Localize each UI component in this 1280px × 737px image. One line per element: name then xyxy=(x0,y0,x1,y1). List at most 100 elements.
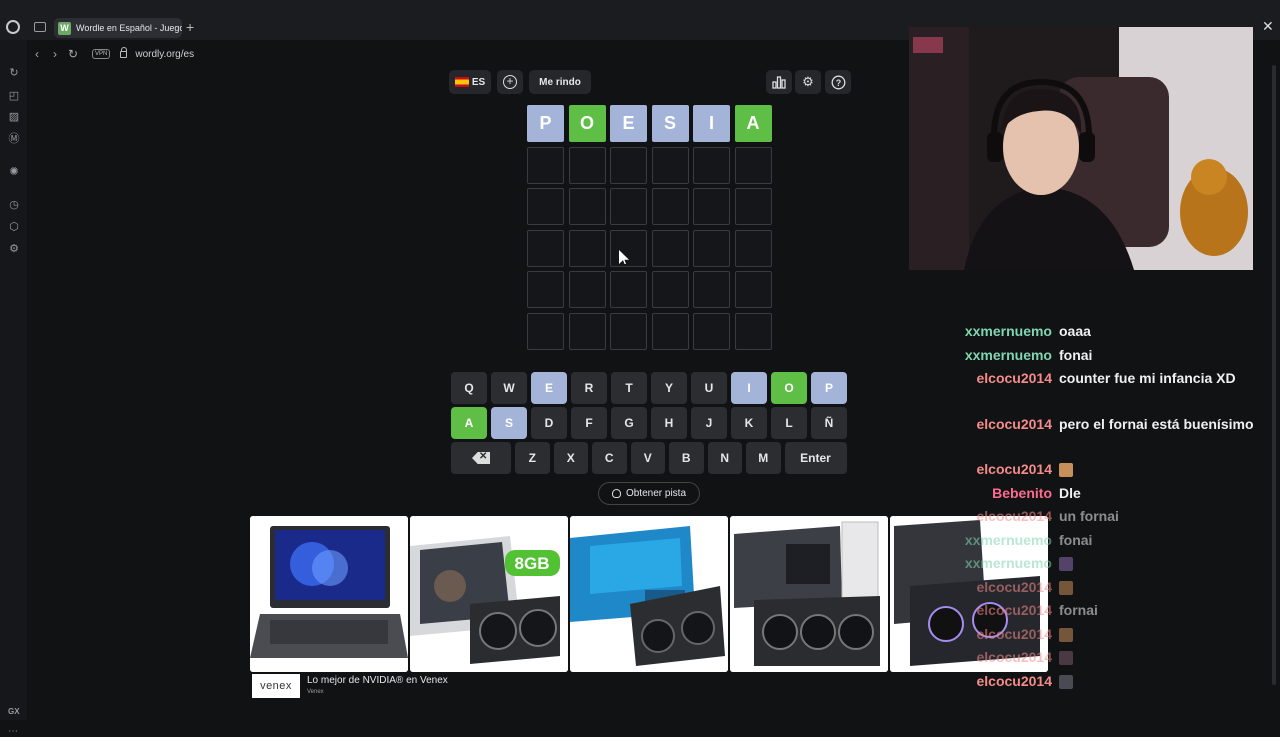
key-h[interactable]: H xyxy=(651,407,687,439)
language-label: ES xyxy=(471,76,486,88)
chat-username[interactable]: xxmernuemo xyxy=(965,529,1052,551)
laptop-image xyxy=(250,516,408,672)
sidebar-music-icon[interactable]: ▨ xyxy=(8,111,20,123)
stats-button[interactable] xyxy=(766,70,792,94)
key-z[interactable]: Z xyxy=(515,442,550,474)
key-g[interactable]: G xyxy=(611,407,647,439)
key-y[interactable]: Y xyxy=(651,372,687,404)
ad-galax-gpu[interactable]: 8GB xyxy=(410,516,568,672)
lock-icon[interactable] xyxy=(120,46,128,58)
ad-laptop[interactable] xyxy=(250,516,408,672)
grid-cell xyxy=(651,312,689,350)
window-close-icon[interactable]: ✕ xyxy=(1262,18,1274,35)
ad-asus-gpu[interactable] xyxy=(730,516,888,672)
key-r[interactable]: R xyxy=(571,372,607,404)
grid-cell xyxy=(651,229,689,267)
key-ñ[interactable]: Ñ xyxy=(811,407,847,439)
chat-emote-icon xyxy=(1059,651,1073,666)
key-j[interactable]: J xyxy=(691,407,727,439)
chat-emote-icon xyxy=(1059,557,1073,572)
chat-username[interactable]: elcocu2014 xyxy=(977,646,1053,668)
key-b[interactable]: B xyxy=(669,442,704,474)
grid-cell xyxy=(651,146,689,184)
browser-tab[interactable]: W Wordle en Español - Juego xyxy=(54,18,182,38)
ad-gigabyte-gpu[interactable] xyxy=(570,516,728,672)
key-d[interactable]: D xyxy=(531,407,567,439)
chat-emote-icon xyxy=(1059,627,1073,642)
give-up-button[interactable]: Me rindo xyxy=(529,70,591,94)
chat-username[interactable]: elcocu2014 xyxy=(977,458,1053,480)
chat-username[interactable]: elcocu2014 xyxy=(977,599,1053,621)
chat-username[interactable]: elcocu2014 xyxy=(977,413,1053,435)
chat-username[interactable]: elcocu2014 xyxy=(977,367,1053,389)
sidebar-more-icon[interactable]: ⋯ xyxy=(8,726,18,737)
new-tab-icon[interactable]: + xyxy=(186,20,194,34)
forward-icon[interactable]: › xyxy=(46,45,64,63)
sidebar-bag-icon[interactable]: ◰ xyxy=(8,90,20,102)
key-x[interactable]: X xyxy=(553,442,588,474)
reload-icon[interactable]: ↻ xyxy=(64,45,82,63)
settings-button[interactable]: ⚙ xyxy=(795,70,821,94)
grid-cell: O xyxy=(568,105,606,142)
chat-username[interactable]: xxmernuemo xyxy=(965,344,1052,366)
vpn-badge[interactable]: VPN xyxy=(92,49,111,59)
key-i[interactable]: I xyxy=(731,372,767,404)
chat-username[interactable]: elcocu2014 xyxy=(977,623,1053,645)
sidebar-gx-label[interactable]: GX xyxy=(8,707,20,716)
key-w[interactable]: W xyxy=(491,372,527,404)
key-c[interactable]: C xyxy=(592,442,627,474)
back-icon[interactable]: ‹ xyxy=(28,45,46,63)
sidebar-history-icon[interactable]: ◷ xyxy=(8,199,20,211)
key-u[interactable]: U xyxy=(691,372,727,404)
key-a[interactable]: A xyxy=(451,407,487,439)
grid-cell xyxy=(734,146,772,184)
ad-footer[interactable]: venex Lo mejor de NVIDIA® en Venex Venex xyxy=(252,674,448,698)
sidebar-aria-icon[interactable]: ✺ xyxy=(8,166,20,178)
chat-text xyxy=(1059,646,1259,668)
url-field[interactable]: wordly.org/es xyxy=(135,49,194,60)
sidebar-m-icon[interactable]: Ⓜ xyxy=(8,133,20,145)
language-button[interactable]: ES xyxy=(449,70,491,94)
key-f[interactable]: F xyxy=(571,407,607,439)
key-p[interactable]: P xyxy=(811,372,847,404)
settings-icon: ⚙ xyxy=(802,74,814,89)
page-scrollbar[interactable] xyxy=(1272,65,1276,685)
chat-username[interactable]: elcocu2014 xyxy=(977,505,1053,527)
workspaces-icon[interactable] xyxy=(34,22,46,32)
key-k[interactable]: K xyxy=(731,407,767,439)
chat-username[interactable]: elcocu2014 xyxy=(977,670,1053,692)
keyboard-row-3: ✕ Z X C V B N M Enter xyxy=(451,442,847,474)
chat-text xyxy=(1059,576,1259,598)
grid-cell: I xyxy=(693,105,730,142)
key-m[interactable]: M xyxy=(746,442,781,474)
chat-username[interactable]: elcocu2014 xyxy=(977,576,1053,598)
enter-key[interactable]: Enter xyxy=(784,442,847,474)
key-l[interactable]: L xyxy=(771,407,807,439)
hint-button[interactable]: Obtener pista xyxy=(598,482,700,505)
chat-username[interactable]: Bebenito xyxy=(992,482,1052,504)
key-v[interactable]: V xyxy=(630,442,665,474)
grid-cell xyxy=(651,188,689,225)
key-o[interactable]: O xyxy=(771,372,807,404)
key-t[interactable]: T xyxy=(611,372,647,404)
chat-text: fornai xyxy=(1059,602,1098,618)
asus-gpu-image xyxy=(730,516,888,672)
sidebar-settings-icon[interactable]: ⚙ xyxy=(8,243,20,255)
chat-username[interactable]: xxmernuemo xyxy=(965,552,1052,574)
chat-username[interactable]: xxmernuemo xyxy=(965,320,1052,342)
wordle-grid: POESIA xyxy=(527,105,772,350)
sidebar-refresh-icon[interactable]: ↻ xyxy=(8,67,20,79)
grid-cell xyxy=(693,146,730,184)
chat-emote-icon xyxy=(1059,580,1073,595)
sidebar-extensions-icon[interactable]: ⬡ xyxy=(8,221,20,233)
grid-cell xyxy=(734,271,772,308)
key-s[interactable]: S xyxy=(491,407,527,439)
opera-logo-icon[interactable] xyxy=(6,20,20,34)
key-n[interactable]: N xyxy=(707,442,742,474)
backspace-key[interactable]: ✕ xyxy=(451,442,511,474)
new-game-button[interactable]: + xyxy=(497,70,523,94)
key-q[interactable]: Q xyxy=(451,372,487,404)
chat-text: pero el fornai está buenísimo xyxy=(1059,415,1254,432)
help-button[interactable]: ? xyxy=(825,70,851,94)
key-e[interactable]: E xyxy=(531,372,567,404)
